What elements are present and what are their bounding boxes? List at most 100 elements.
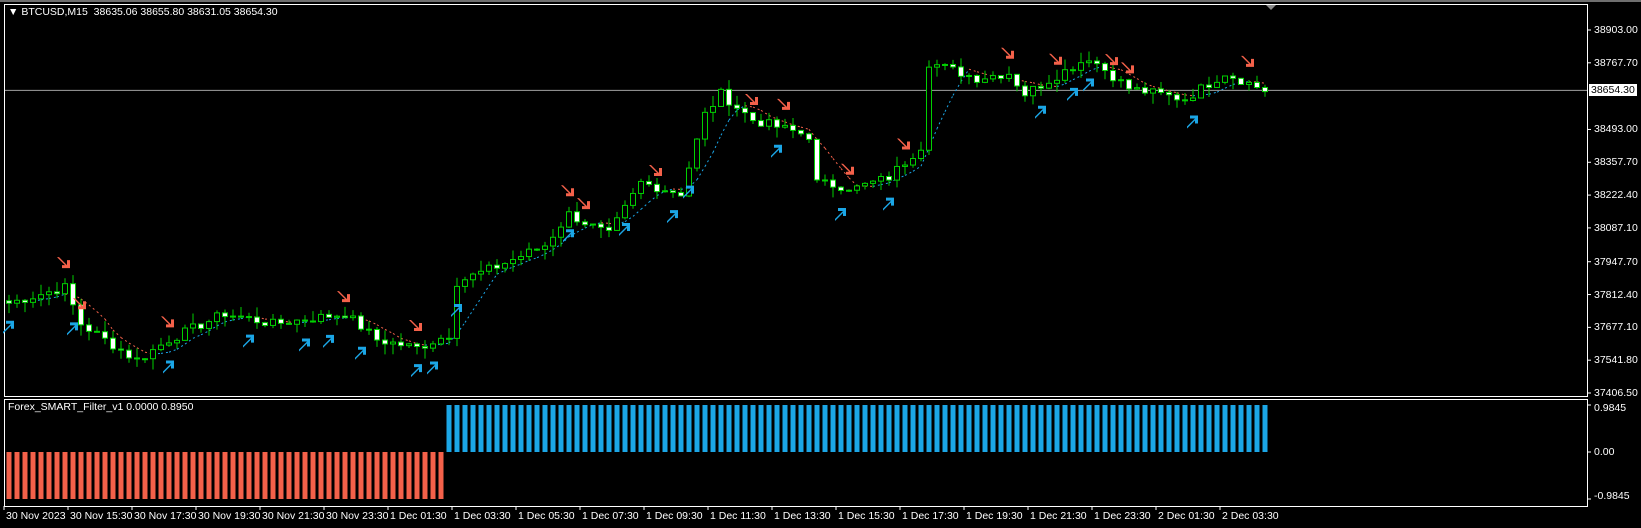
- indicator-sell-bar: [190, 452, 196, 499]
- bear-candle: [70, 283, 76, 306]
- collapse-triangle-icon[interactable]: ▼: [8, 6, 21, 18]
- indicator-sell-bar: [22, 452, 28, 499]
- bull-candle: [1198, 84, 1204, 99]
- bull-candle: [150, 349, 156, 360]
- sell-arrow-icon: [1121, 62, 1134, 74]
- trend-line-segment: [1184, 94, 1194, 97]
- indicator-buy-bar: [1182, 405, 1188, 452]
- bull-candle: [462, 279, 468, 287]
- indicator-buy-bar: [1198, 405, 1204, 452]
- indicator-buy-bar: [958, 405, 964, 452]
- indicator-buy-bar: [1054, 405, 1060, 452]
- bull-candle: [406, 343, 412, 347]
- indicator-buy-bar: [974, 405, 980, 452]
- bear-candle: [1070, 69, 1076, 72]
- indicator-buy-bar: [878, 405, 884, 452]
- bear-candle: [326, 313, 332, 318]
- indicator-sell-bar: [158, 452, 164, 499]
- bull-candle: [1246, 81, 1252, 85]
- indicator-buy-bar: [1126, 405, 1132, 452]
- bear-candle: [6, 300, 12, 304]
- trend-line-segment: [1144, 82, 1154, 87]
- indicator-buy-bar: [926, 405, 932, 452]
- time-axis-label: 1 Dec 11:30: [710, 510, 766, 522]
- bull-candle: [1222, 75, 1228, 83]
- indicator-buy-bar: [870, 405, 876, 452]
- trend-line-segment: [800, 126, 810, 130]
- trend-line-segment: [192, 334, 202, 339]
- bull-candle: [230, 315, 236, 318]
- bull-candle: [878, 176, 884, 182]
- trend-line-segment: [480, 285, 490, 299]
- indicator-buy-bar: [798, 405, 804, 452]
- bull-candle: [206, 321, 212, 329]
- indicator-sell-bar: [134, 452, 140, 499]
- indicator-sell-bar: [366, 452, 372, 499]
- trend-line-segment: [1032, 82, 1042, 86]
- indicator-buy-bar: [950, 405, 956, 452]
- indicator-buy-bar: [1094, 405, 1100, 452]
- sell-arrow-icon: [409, 319, 422, 331]
- bear-candle: [86, 324, 92, 332]
- bear-candle: [1230, 75, 1236, 79]
- indicator-sell-bar: [294, 452, 300, 499]
- bull-candle: [862, 182, 868, 187]
- buy-arrow-icon: [3, 320, 14, 334]
- indicator-sell-bar: [414, 452, 420, 499]
- trend-line-segment: [376, 324, 386, 330]
- indicator-buy-bar: [734, 405, 740, 452]
- buy-arrow-icon: [563, 229, 574, 243]
- indicator-axis-label: 0.00: [1594, 446, 1615, 458]
- indicator-buy-bar: [638, 405, 644, 452]
- bear-candle: [1142, 87, 1148, 94]
- bear-candle: [726, 88, 732, 106]
- trend-line-segment: [848, 177, 858, 186]
- indicator-buy-bar: [454, 405, 460, 452]
- bear-candle: [1238, 77, 1244, 85]
- indicator-buy-bar: [934, 405, 940, 452]
- indicator-sell-bar: [110, 452, 116, 499]
- time-axis-label: 1 Dec 01:30: [390, 510, 447, 522]
- trend-line-segment: [1024, 81, 1034, 84]
- trend-line-segment: [112, 329, 122, 338]
- trend-line-segment: [544, 249, 554, 255]
- indicator-buy-bar: [1254, 405, 1260, 452]
- trend-line-segment: [976, 71, 986, 75]
- indicator-buy-bar: [846, 405, 852, 452]
- indicator-sell-bar: [150, 452, 156, 499]
- indicator-sell-bar: [310, 452, 316, 499]
- bull-candle: [526, 248, 532, 258]
- bull-candle: [934, 64, 940, 68]
- trend-line-segment: [704, 152, 714, 167]
- bear-candle: [598, 223, 604, 228]
- bear-candle: [94, 330, 100, 333]
- bull-candle: [782, 124, 788, 128]
- bear-candle: [886, 176, 892, 181]
- time-axis-label: 1 Dec 07:30: [582, 510, 639, 522]
- bear-candle: [1022, 85, 1028, 97]
- indicator-buy-bar: [822, 405, 828, 452]
- trend-line-segment: [200, 330, 210, 336]
- trend-line-segment: [880, 182, 890, 186]
- indicator-buy-bar: [526, 405, 532, 452]
- indicator-sell-bar: [206, 452, 212, 499]
- trend-line-segment: [88, 304, 98, 313]
- indicator-sell-bar: [46, 452, 52, 499]
- indicator-sell-bar: [54, 452, 60, 499]
- trend-line-segment: [1128, 73, 1138, 79]
- indicator-buy-bar: [758, 405, 764, 452]
- bull-candle: [1190, 97, 1196, 101]
- trend-line-segment: [328, 317, 338, 321]
- indicator-buy-bar: [990, 405, 996, 452]
- bull-candle: [558, 226, 564, 238]
- sell-arrow-icon: [1049, 53, 1062, 65]
- buy-arrow-icon: [427, 361, 438, 375]
- bull-candle: [158, 344, 164, 351]
- indicator-buy-bar: [1118, 405, 1124, 452]
- bull-candle: [662, 190, 668, 193]
- buy-arrow-icon: [355, 346, 366, 360]
- bear-candle: [998, 75, 1004, 79]
- indicator-sell-bar: [70, 452, 76, 499]
- bear-candle: [1166, 91, 1172, 96]
- indicator-buy-bar: [1246, 405, 1252, 452]
